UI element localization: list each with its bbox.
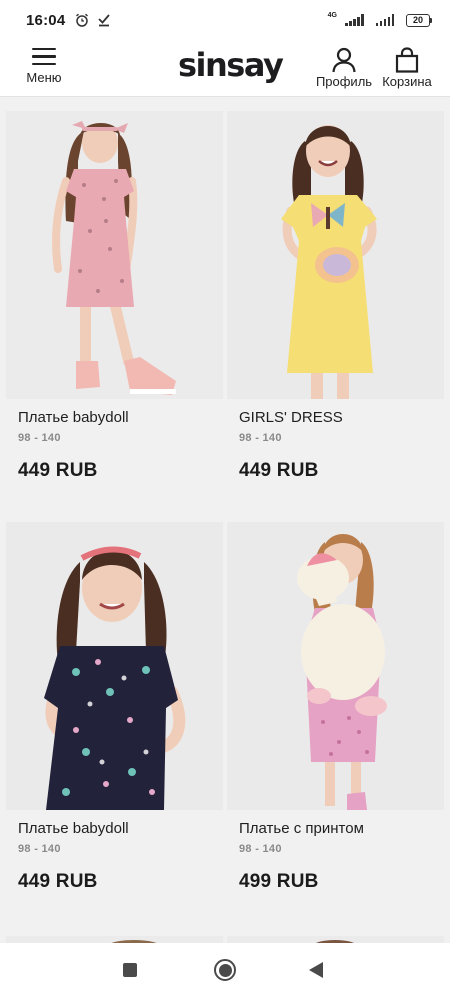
- logo-text: sinsay: [178, 46, 284, 84]
- product-image[interactable]: [227, 522, 444, 810]
- product-price: 449 RUB: [239, 460, 319, 481]
- girl-pink-floral-dress-image: [6, 111, 223, 399]
- signal-icon-2: [375, 14, 394, 26]
- hamburger-icon: [32, 48, 56, 70]
- product-card[interactable]: GIRLS' DRESS 98 - 140 449 RUB: [227, 111, 444, 523]
- product-price: 449 RUB: [18, 871, 98, 892]
- alarm-icon: [76, 13, 89, 27]
- status-time: 16:04: [26, 11, 66, 29]
- product-price: 499 RUB: [239, 871, 319, 892]
- product-card[interactable]: Платье с принтом 98 - 140 499 RUB: [227, 522, 444, 934]
- menu-label: Меню: [26, 70, 62, 86]
- signal-icon: [345, 14, 364, 26]
- battery-icon: 20: [406, 13, 432, 27]
- next-product-image: [6, 936, 223, 943]
- status-bar: 16:04 4G 20: [0, 0, 450, 40]
- product-name[interactable]: Платье с принтом: [239, 820, 364, 837]
- girl-pink-print-dress-plush-image: [227, 522, 444, 810]
- girl-yellow-dress-image: [227, 111, 444, 399]
- product-name[interactable]: Платье babydoll: [18, 409, 129, 426]
- product-card[interactable]: Платье babydoll 98 - 140 449 RUB: [6, 111, 223, 523]
- triangle-back-icon[interactable]: [309, 962, 323, 978]
- user-icon: [332, 47, 356, 73]
- battery-level: 20: [412, 15, 423, 25]
- next-product-image-peek[interactable]: [6, 933, 223, 943]
- android-nav-bar: [0, 943, 450, 1000]
- product-name[interactable]: Платье babydoll: [18, 820, 129, 837]
- shopping-bag-icon: [395, 47, 419, 73]
- menu-button[interactable]: Меню: [22, 46, 66, 90]
- product-sizes: 98 - 140: [239, 432, 282, 444]
- product-card[interactable]: Платье babydoll 98 - 140 449 RUB: [6, 522, 223, 934]
- profile-label: Профиль: [315, 74, 373, 89]
- next-product-image-2: [227, 936, 444, 943]
- profile-button[interactable]: Профиль: [313, 46, 375, 89]
- girl-navy-unicorn-dress-image: [6, 522, 223, 810]
- product-sizes: 98 - 140: [239, 843, 282, 855]
- next-product-image-peek-2[interactable]: [227, 933, 444, 943]
- cart-label: Корзина: [382, 74, 432, 89]
- circle-home-icon[interactable]: [214, 959, 236, 981]
- app-header: Меню sinsay Профиль Корзина: [0, 40, 450, 97]
- product-image[interactable]: [6, 111, 223, 399]
- square-recents-icon[interactable]: [123, 963, 137, 977]
- brand-logo[interactable]: sinsay: [178, 46, 284, 84]
- product-name[interactable]: GIRLS' DRESS: [239, 409, 343, 426]
- product-sizes: 98 - 140: [18, 432, 61, 444]
- cart-button[interactable]: Корзина: [376, 46, 438, 89]
- product-price: 449 RUB: [18, 460, 98, 481]
- product-image[interactable]: [6, 522, 223, 810]
- check-download-icon: [98, 14, 111, 27]
- network-type: 4G: [327, 11, 337, 19]
- product-image[interactable]: [227, 111, 444, 399]
- product-sizes: 98 - 140: [18, 843, 61, 855]
